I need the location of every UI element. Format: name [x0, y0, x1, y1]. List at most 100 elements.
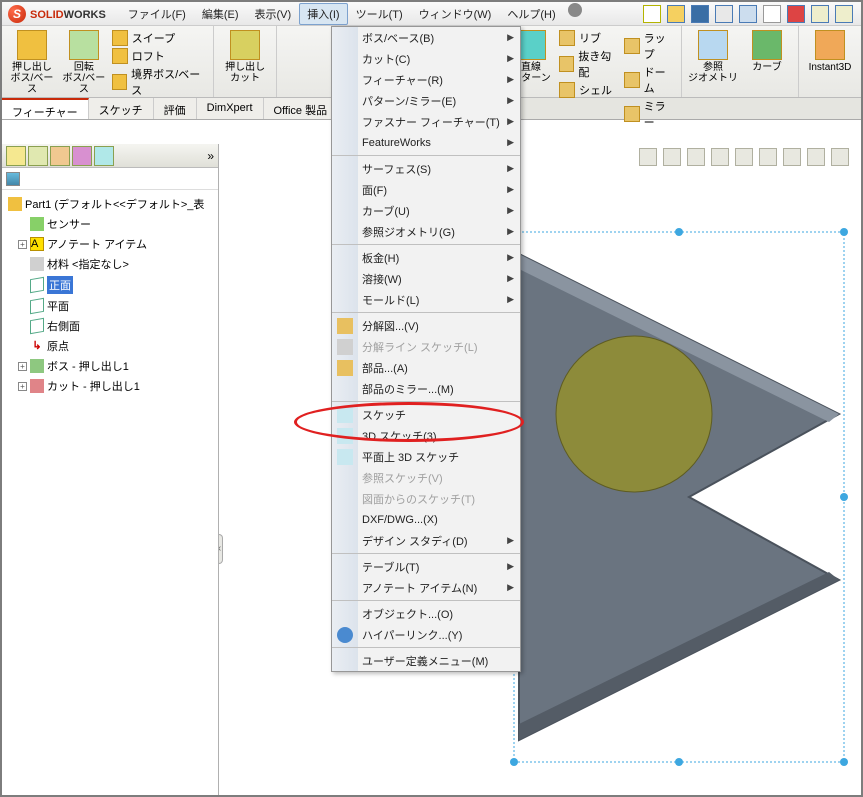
boundary-boss-button[interactable]: 境界ボス/ベース — [112, 66, 207, 98]
tree-annotations[interactable]: +Aアノテート アイテム — [4, 234, 216, 254]
hyperlink-icon — [337, 627, 353, 643]
view-orientation-icon[interactable] — [735, 148, 753, 166]
menu-edit[interactable]: 編集(E) — [194, 3, 247, 25]
mirror-button[interactable]: ミラー — [624, 98, 675, 130]
appearance-icon[interactable] — [807, 148, 825, 166]
dropdown-icon-strip — [332, 27, 358, 671]
tree-material[interactable]: 材料 <指定なし> — [4, 254, 216, 274]
new-doc-icon[interactable] — [643, 5, 661, 23]
menu-featureworks[interactable]: FeatureWorks▶ — [358, 132, 520, 153]
rib-button[interactable]: リブ — [559, 30, 620, 46]
menu-molds[interactable]: モールド(L)▶ — [358, 289, 520, 310]
menu-fastener-feature[interactable]: ファスナー フィーチャー(T)▶ — [358, 111, 520, 132]
save-icon[interactable] — [691, 5, 709, 23]
tree-boss-extrude[interactable]: +ボス - 押し出し1 — [4, 356, 216, 376]
display-style-icon[interactable] — [759, 148, 777, 166]
tree-plane-right[interactable]: 右側面 — [4, 316, 216, 336]
panel-tab-dimxpert-icon[interactable] — [72, 146, 92, 166]
menu-tables[interactable]: テーブル(T)▶ — [358, 556, 520, 577]
panel-tab-property-manager-icon[interactable] — [28, 146, 48, 166]
options-icon[interactable] — [811, 5, 829, 23]
graphics-viewport[interactable] — [219, 144, 861, 795]
extrude-boss-button[interactable]: 押し出し ボス/ベース — [8, 30, 56, 93]
menu-help[interactable]: ヘルプ(H) — [499, 3, 563, 25]
tree-cut-extrude[interactable]: +カット - 押し出し1 — [4, 376, 216, 396]
sweep-button[interactable]: スイープ — [112, 30, 207, 46]
tree-plane-top[interactable]: 平面 — [4, 296, 216, 316]
menu-3d-sketch[interactable]: 3D スケッチ(3) — [358, 425, 520, 446]
tree-root[interactable]: Part1 (デフォルト<<デフォルト>_表 — [4, 194, 216, 214]
tree-sensors[interactable]: センサー — [4, 214, 216, 234]
wrap-button[interactable]: ラップ — [624, 30, 675, 62]
menu-features[interactable]: フィーチャー(R)▶ — [358, 69, 520, 90]
draft-button[interactable]: 抜き勾配 — [559, 48, 620, 80]
panel-expand-icon[interactable]: » — [207, 149, 214, 163]
menu-hyperlink[interactable]: ハイパーリンク...(Y) — [358, 624, 520, 645]
ribbon-cut-group: 押し出し カット — [214, 26, 277, 97]
loft-button[interactable]: ロフト — [112, 48, 207, 64]
rebuild-icon[interactable] — [787, 5, 805, 23]
panel-tab-display-manager-icon[interactable] — [94, 146, 114, 166]
menu-exploded-view[interactable]: 分解図...(V) — [358, 315, 520, 336]
panel-tab-config-manager-icon[interactable] — [50, 146, 70, 166]
zoom-area-icon[interactable] — [663, 148, 681, 166]
part-icon — [337, 360, 353, 376]
menu-cut[interactable]: カット(C)▶ — [358, 48, 520, 69]
menu-curve[interactable]: カーブ(U)▶ — [358, 200, 520, 221]
instant3d-button[interactable]: Instant3D — [805, 30, 855, 93]
menu-insert-part[interactable]: 部品...(A) — [358, 357, 520, 378]
screen-capture-icon[interactable] — [835, 5, 853, 23]
tree-origin[interactable]: ↳原点 — [4, 336, 216, 356]
app-name: SOLIDWORKS — [30, 7, 106, 21]
insert-menu-dropdown: ボス/ベース(B)▶ カット(C)▶ フィーチャー(R)▶ パターン/ミラー(E… — [331, 26, 521, 672]
revolve-boss-button[interactable]: 回転 ボス/ベース — [60, 30, 108, 93]
panel-tab-feature-tree-icon[interactable] — [6, 146, 26, 166]
menu-insert[interactable]: 挿入(I) — [299, 3, 347, 25]
curves-button[interactable]: カーブ — [742, 30, 792, 93]
menu-sheet-metal[interactable]: 板金(H)▶ — [358, 247, 520, 268]
undo-icon[interactable] — [739, 5, 757, 23]
tree-plane-front[interactable]: 正面 — [4, 274, 216, 296]
menu-sketch[interactable]: スケッチ — [358, 404, 520, 425]
menu-surface[interactable]: サーフェス(S)▶ — [358, 158, 520, 179]
scene-icon[interactable] — [831, 148, 849, 166]
menu-annotations[interactable]: アノテート アイテム(N)▶ — [358, 577, 520, 598]
menu-file[interactable]: ファイル(F) — [120, 3, 194, 25]
dome-button[interactable]: ドーム — [624, 64, 675, 96]
ribbon-boss-group: 押し出し ボス/ベース 回転 ボス/ベース スイープ ロフト 境界ボス/ベース — [2, 26, 214, 97]
tab-features[interactable]: フィーチャー — [2, 98, 89, 119]
3d-sketch-on-plane-icon — [337, 449, 353, 465]
menu-face[interactable]: 面(F)▶ — [358, 179, 520, 200]
menu-ref-geometry[interactable]: 参照ジオメトリ(G)▶ — [358, 221, 520, 242]
menu-customize-menu[interactable]: ユーザー定義メニュー(M) — [358, 650, 520, 671]
menu-dxf-dwg[interactable]: DXF/DWG...(X) — [358, 509, 520, 530]
ribbon-reference-group: 参照 ジオメトリ カーブ — [682, 26, 799, 97]
menu-view[interactable]: 表示(V) — [247, 3, 300, 25]
select-icon[interactable] — [763, 5, 781, 23]
panel-splitter[interactable] — [219, 534, 223, 564]
section-view-icon[interactable] — [711, 148, 729, 166]
menu-weldments[interactable]: 溶接(W)▶ — [358, 268, 520, 289]
menu-tools[interactable]: ツール(T) — [348, 3, 411, 25]
menu-object[interactable]: オブジェクト...(O) — [358, 603, 520, 624]
tab-sketch[interactable]: スケッチ — [89, 98, 154, 119]
menu-pattern-mirror[interactable]: パターン/ミラー(E)▶ — [358, 90, 520, 111]
extrude-cut-button[interactable]: 押し出し カット — [220, 30, 270, 93]
shell-button[interactable]: シェル — [559, 82, 620, 98]
menu-window[interactable]: ウィンドウ(W) — [411, 3, 500, 25]
ref-geometry-button[interactable]: 参照 ジオメトリ — [688, 30, 738, 93]
prev-view-icon[interactable] — [687, 148, 705, 166]
menu-design-study[interactable]: デザイン スタディ(D)▶ — [358, 530, 520, 551]
zoom-fit-icon[interactable] — [639, 148, 657, 166]
menu-search-icon[interactable] — [568, 3, 582, 17]
print-icon[interactable] — [715, 5, 733, 23]
menu-boss-base[interactable]: ボス/ベース(B)▶ — [358, 27, 520, 48]
tab-dimxpert[interactable]: DimXpert — [197, 98, 264, 119]
tab-office[interactable]: Office 製品 — [264, 98, 339, 119]
hide-show-icon[interactable] — [783, 148, 801, 166]
funnel-icon[interactable] — [6, 172, 20, 186]
menu-mirror-part[interactable]: 部品のミラー...(M) — [358, 378, 520, 399]
open-icon[interactable] — [667, 5, 685, 23]
tab-evaluate[interactable]: 評価 — [154, 98, 197, 119]
menu-3d-sketch-on-plane[interactable]: 平面上 3D スケッチ — [358, 446, 520, 467]
